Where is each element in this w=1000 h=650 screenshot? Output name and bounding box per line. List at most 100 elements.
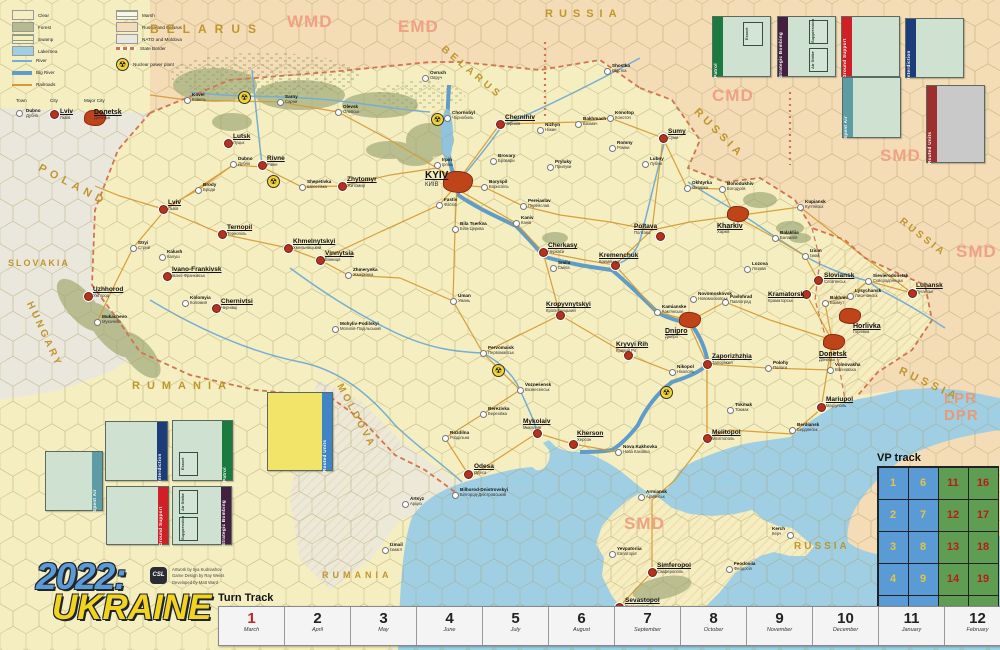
- city-marker-melitopol[interactable]: [703, 434, 712, 443]
- inner-box-air-strike[interactable]: Air Strike: [179, 490, 198, 514]
- turn-cell-9[interactable]: 9November: [747, 607, 813, 645]
- town-marker-nizhyn[interactable]: [537, 127, 544, 134]
- town-marker-olevsk[interactable]: [335, 109, 342, 116]
- box-routed-units[interactable]: Routed Units: [926, 85, 985, 163]
- city-marker-khmelnytskyi[interactable]: [284, 244, 293, 253]
- city-marker-cherkasy[interactable]: [539, 248, 548, 257]
- inner-box-suppression[interactable]: Suppression: [179, 517, 198, 541]
- vp-cell-4[interactable]: 4: [878, 563, 909, 596]
- turn-cell-4[interactable]: 4June: [417, 607, 483, 645]
- city-marker-sloviansk[interactable]: [814, 276, 823, 285]
- town-marker-sievierodonetsk[interactable]: [865, 278, 872, 285]
- town-marker-stryi[interactable]: [130, 245, 137, 252]
- town-marker-lubny[interactable]: [642, 161, 649, 168]
- town-marker-bohodukhiv[interactable]: [719, 186, 726, 193]
- town-marker-yevpatoriia[interactable]: [609, 551, 616, 558]
- vp-cell-3[interactable]: 3: [878, 531, 909, 564]
- vp-cell-6[interactable]: 6: [908, 467, 939, 500]
- turn-cell-12[interactable]: 12February: [945, 607, 1000, 645]
- town-marker-sarny[interactable]: [277, 99, 284, 106]
- city-marker-kharkiv[interactable]: [727, 206, 749, 222]
- city-marker-chernivtsi[interactable]: [212, 304, 221, 313]
- town-marker-kupiansk[interactable]: [797, 204, 804, 211]
- town-marker-polohy[interactable]: [765, 365, 772, 372]
- town-marker-okhtyrka[interactable]: [684, 185, 691, 192]
- vp-cell-2[interactable]: 2: [878, 499, 909, 532]
- town-marker-brovary[interactable]: [490, 158, 497, 165]
- city-marker-odesa[interactable]: [464, 470, 473, 479]
- town-marker-boryspil[interactable]: [481, 184, 488, 191]
- town-marker-shepetivka[interactable]: [299, 184, 306, 191]
- town-marker-shostka[interactable]: [604, 68, 611, 75]
- vp-cell-11[interactable]: 11: [938, 467, 969, 500]
- town-marker-feodosiia[interactable]: [726, 566, 733, 573]
- city-marker-ivano-frankivsk[interactable]: [163, 272, 172, 281]
- box-interdiction[interactable]: Interdiction: [905, 18, 964, 78]
- town-marker-nikopol[interactable]: [669, 369, 676, 376]
- turn-cell-11[interactable]: 11January: [879, 607, 945, 645]
- vp-cell-12[interactable]: 12: [938, 499, 969, 532]
- town-marker-romny[interactable]: [609, 145, 616, 152]
- vp-cell-18[interactable]: 18: [968, 531, 999, 564]
- inner-box-escort[interactable]: Escort: [743, 22, 763, 46]
- city-marker-rivne[interactable]: [258, 161, 267, 170]
- town-marker-bilhorod-dnistrovskyi[interactable]: [452, 492, 459, 499]
- town-marker-brody[interactable]: [195, 187, 202, 194]
- turn-cell-3[interactable]: 3May: [351, 607, 417, 645]
- vp-cell-1[interactable]: 1: [878, 467, 909, 500]
- town-marker-berezivka[interactable]: [480, 411, 487, 418]
- town-marker-artsyz[interactable]: [402, 501, 409, 508]
- turn-cell-8[interactable]: 8October: [681, 607, 747, 645]
- town-marker-bakhmut[interactable]: [822, 300, 829, 307]
- town-marker-kovel[interactable]: [184, 97, 191, 104]
- turn-cell-6[interactable]: 6August: [549, 607, 615, 645]
- town-marker-armiansk[interactable]: [638, 494, 645, 501]
- city-marker-zaporizhzhia[interactable]: [703, 360, 712, 369]
- inner-box-suppression[interactable]: Suppression: [809, 20, 828, 44]
- vp-cell-7[interactable]: 7: [908, 499, 939, 532]
- town-marker-irpin[interactable]: [434, 162, 441, 169]
- city-marker-donetsk[interactable]: [823, 334, 845, 350]
- inner-box-air-strike[interactable]: Air Strike: [809, 48, 828, 72]
- town-marker-kalush[interactable]: [159, 254, 166, 261]
- city-marker-mariupol[interactable]: [817, 403, 826, 412]
- town-marker-pervomaisk[interactable]: [480, 350, 487, 357]
- inner-box-escort[interactable]: Escort: [179, 452, 198, 476]
- box-strategic-bombing[interactable]: Strategic BombingAir StrikeSuppression: [172, 486, 232, 545]
- box-strategic-bombing[interactable]: Strategic BombingSuppressionAir Strike: [777, 16, 836, 77]
- town-marker-novomoskovsk[interactable]: [690, 296, 697, 303]
- city-marker-sumy[interactable]: [659, 134, 668, 143]
- town-marker-nova kakhovka[interactable]: [615, 449, 622, 456]
- town-marker-fastiv[interactable]: [436, 202, 443, 209]
- city-marker-lviv[interactable]: [159, 205, 168, 214]
- box-spent-air[interactable]: Spent Air: [45, 451, 103, 511]
- town-marker-berdiansk[interactable]: [789, 427, 796, 434]
- town-marker-balakliia[interactable]: [772, 235, 779, 242]
- town-marker-dubno[interactable]: [230, 161, 237, 168]
- vp-cell-19[interactable]: 19: [968, 563, 999, 596]
- town-marker-kaniv[interactable]: [513, 220, 520, 227]
- town-marker-smila[interactable]: [550, 265, 557, 272]
- town-marker-konotop[interactable]: [607, 115, 614, 122]
- town-marker-pryluky[interactable]: [547, 164, 554, 171]
- vp-cell-17[interactable]: 17: [968, 499, 999, 532]
- city-marker-zhytomyr[interactable]: [338, 182, 347, 191]
- box-interdiction[interactable]: Interdiction: [105, 421, 168, 481]
- town-marker-izium[interactable]: [802, 253, 809, 260]
- town-marker-chornobyl[interactable]: [444, 115, 451, 122]
- town-marker-lysychansk[interactable]: [847, 293, 854, 300]
- town-marker-kolomyia[interactable]: [182, 300, 189, 307]
- turn-cell-2[interactable]: 2April: [285, 607, 351, 645]
- town-marker-tokmak[interactable]: [727, 407, 734, 414]
- box-spent-air[interactable]: Spent Air: [842, 77, 901, 138]
- box-patrol[interactable]: PatrolEscort: [172, 420, 233, 481]
- town-marker-kamianske[interactable]: [654, 309, 661, 316]
- vp-cell-8[interactable]: 8: [908, 531, 939, 564]
- city-marker-horlivka[interactable]: [839, 308, 861, 324]
- box-routed-units[interactable]: Routed Units: [267, 392, 333, 471]
- town-marker-izmail[interactable]: [382, 547, 389, 554]
- town-marker-zhmerynka[interactable]: [345, 272, 352, 279]
- town-marker-bila tserkva[interactable]: [452, 226, 459, 233]
- turn-cell-10[interactable]: 10December: [813, 607, 879, 645]
- turn-cell-1[interactable]: 1March: [219, 607, 285, 645]
